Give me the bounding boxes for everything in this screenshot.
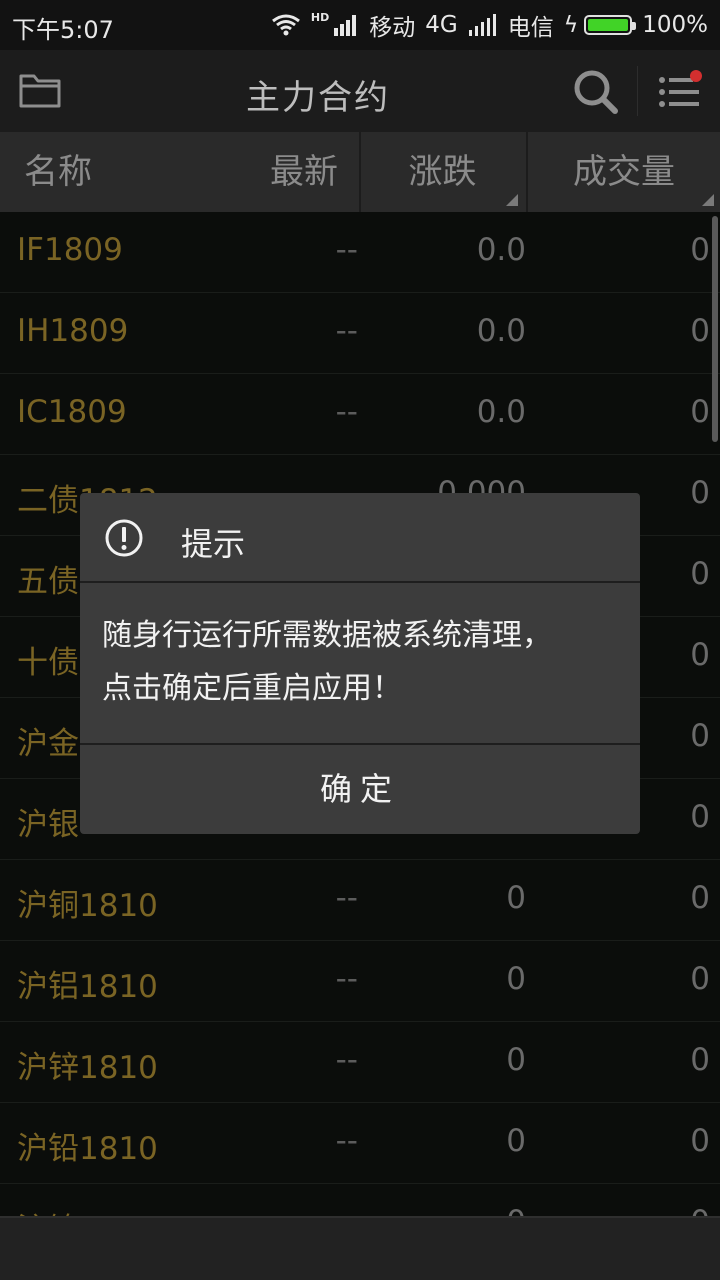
quote-volume: 0 [690, 1123, 710, 1159]
quote-volume: 0 [690, 880, 710, 916]
status-bar: 下午5:07 HD 移动 4G 电信 ϟ 100% [0, 0, 720, 50]
quote-name: IH1809 [17, 313, 129, 349]
status-time: 下午5:07 [12, 16, 114, 44]
quote-name: 沪锌1810 [17, 1050, 158, 1086]
quote-change: 0 [506, 1123, 526, 1159]
scrollbar[interactable] [712, 216, 718, 442]
quote-latest: -- [335, 1042, 358, 1078]
appbar-divider [637, 66, 638, 116]
column-change[interactable]: 涨跌 [359, 132, 524, 212]
quote-change: 0.0 [476, 232, 526, 268]
quote-latest: -- [300, 1204, 358, 1216]
battery-icon [584, 15, 637, 35]
menu-list-icon[interactable] [656, 68, 704, 116]
carrier-1: 移动 [369, 15, 416, 41]
quote-name: 沪镍1811 [17, 1204, 158, 1216]
network-type: 4G [425, 12, 458, 38]
quote-name: 五债 [17, 564, 79, 600]
sort-corner-icon [506, 194, 518, 206]
quote-change: 0 [380, 1204, 526, 1216]
quote-latest: -- [335, 961, 358, 997]
column-volume-label: 成交量 [573, 152, 675, 192]
quote-volume: 0 [690, 394, 710, 430]
quote-latest: -- [335, 394, 358, 430]
quote-row[interactable]: 沪铜1810 -- 0 0 [0, 860, 720, 941]
column-header: 名称 最新 涨跌 成交量 [0, 132, 720, 212]
quote-name: 沪金 [17, 726, 79, 762]
quote-name: 沪铅1810 [17, 1131, 158, 1167]
dialog-title: 提示 [181, 525, 246, 563]
quote-name: IC1809 [17, 394, 127, 430]
status-indicators: HD 移动 4G 电信 ϟ 100% [271, 8, 708, 42]
quote-row[interactable]: 沪镍1811 -- 0 0 [0, 1184, 720, 1216]
column-volume[interactable]: 成交量 [526, 132, 720, 212]
quote-name: 沪银 [17, 807, 79, 843]
charging-icon: ϟ [563, 12, 579, 38]
quote-name: IF1809 [17, 232, 123, 268]
quote-latest: -- [335, 313, 358, 349]
quote-change: 0.0 [476, 394, 526, 430]
quote-row[interactable]: IC1809 -- 0.0 0 [0, 374, 720, 455]
confirm-button[interactable]: 确定 [80, 743, 640, 834]
battery-percent: 100% [642, 12, 708, 38]
quote-volume: 0 [600, 1204, 710, 1216]
quote-change: 0 [506, 961, 526, 997]
app-bar: 主力合约 [0, 50, 720, 132]
quote-row[interactable]: IH1809 -- 0.0 0 [0, 293, 720, 374]
signal-icon-2 [468, 14, 498, 36]
alert-dialog: 提示 随身行运行所需数据被系统清理， 点击确定后重启应用！ 确定 [80, 493, 640, 834]
quote-volume: 0 [690, 313, 710, 349]
quote-latest: -- [335, 880, 358, 916]
quote-change: 0 [506, 880, 526, 916]
column-latest[interactable]: 最新 [200, 132, 338, 212]
hd-badge: HD [310, 10, 330, 24]
quote-row[interactable]: IF1809 -- 0.0 0 [0, 212, 720, 293]
quote-latest: -- [335, 232, 358, 268]
quote-volume: 0 [690, 232, 710, 268]
search-icon[interactable] [572, 68, 620, 116]
column-change-label: 涨跌 [408, 152, 477, 192]
quote-change: 0 [506, 1042, 526, 1078]
dialog-header: 提示 [80, 493, 640, 583]
page-title: 主力合约 [246, 78, 390, 118]
quote-name: 沪铝1810 [17, 969, 158, 1005]
bottom-bar [0, 1216, 720, 1280]
column-name[interactable]: 名称 [24, 132, 92, 212]
alert-icon [104, 518, 144, 558]
carrier-2: 电信 [507, 15, 554, 41]
wifi-icon [271, 13, 301, 37]
quote-row[interactable]: 沪铅1810 -- 0 0 [0, 1103, 720, 1184]
quote-row[interactable]: 沪铝1810 -- 0 0 [0, 941, 720, 1022]
quote-volume: 0 [690, 961, 710, 997]
quote-change: 0.0 [476, 313, 526, 349]
signal-icon [333, 14, 359, 36]
battery-fill [588, 19, 629, 31]
sort-corner-icon [702, 194, 714, 206]
quote-row[interactable]: 沪锌1810 -- 0 0 [0, 1022, 720, 1103]
quote-name: 沪铜1810 [17, 888, 158, 924]
quote-volume: 0 [690, 1042, 710, 1078]
dialog-message: 随身行运行所需数据被系统清理， 点击确定后重启应用！ [102, 609, 622, 715]
dialog-message-line: 随身行运行所需数据被系统清理， [102, 618, 552, 653]
quote-latest: -- [335, 1123, 358, 1159]
quote-name: 十债 [17, 645, 79, 681]
dialog-message-line: 点击确定后重启应用！ [102, 671, 402, 706]
